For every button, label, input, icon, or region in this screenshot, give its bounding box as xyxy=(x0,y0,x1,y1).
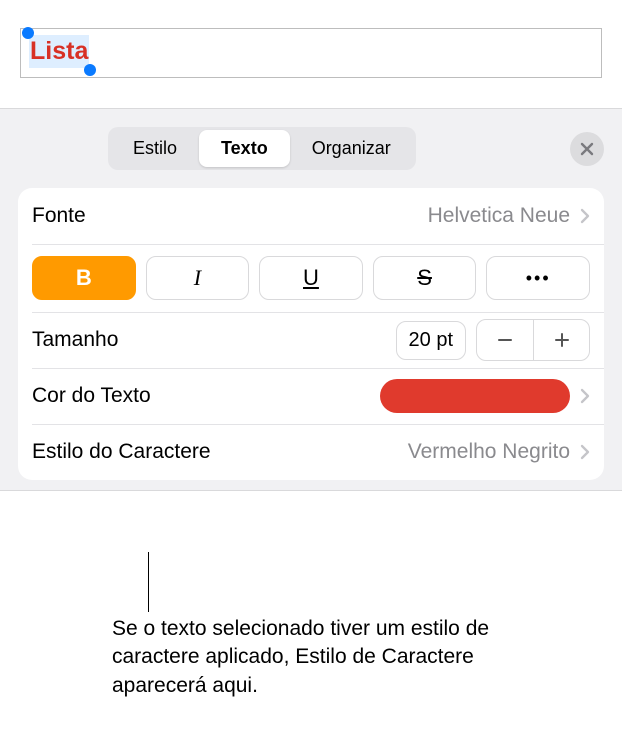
close-button[interactable] xyxy=(570,132,604,166)
underline-button[interactable]: U xyxy=(259,256,363,300)
character-style-value: Vermelho Negrito xyxy=(408,440,570,464)
text-color-swatch[interactable] xyxy=(380,379,570,413)
font-value: Helvetica Neue xyxy=(428,204,570,228)
size-increase-button[interactable] xyxy=(533,320,589,360)
strikethrough-button[interactable]: S xyxy=(373,256,477,300)
selection-handle-start[interactable] xyxy=(22,27,34,39)
minus-icon xyxy=(496,331,514,349)
callout-leader-line xyxy=(148,552,149,612)
tab-text[interactable]: Texto xyxy=(199,130,290,167)
close-icon xyxy=(580,142,594,156)
panel-tabs: Estilo Texto Organizar xyxy=(108,127,416,170)
italic-button[interactable]: I xyxy=(146,256,250,300)
size-stepper xyxy=(476,319,590,361)
size-row: Tamanho 20 pt xyxy=(18,312,604,368)
selected-text[interactable]: Lista xyxy=(29,35,89,68)
chevron-right-icon xyxy=(580,388,590,404)
chevron-right-icon xyxy=(580,208,590,224)
character-style-row[interactable]: Estilo do Caractere Vermelho Negrito xyxy=(18,424,604,480)
selection-handle-end[interactable] xyxy=(84,64,96,76)
size-value[interactable]: 20 pt xyxy=(396,321,466,360)
canvas-area: Lista xyxy=(0,0,622,108)
more-options-button[interactable]: ••• xyxy=(486,256,590,300)
format-panel: Estilo Texto Organizar Fonte Helvetica N… xyxy=(0,108,622,491)
callout-text: Se o texto selecionado tiver um estilo d… xyxy=(112,615,542,700)
chevron-right-icon xyxy=(580,444,590,460)
text-color-row[interactable]: Cor do Texto xyxy=(18,368,604,424)
text-color-label: Cor do Texto xyxy=(32,384,151,408)
font-label: Fonte xyxy=(32,204,86,228)
bold-button[interactable]: B xyxy=(32,256,136,300)
tab-style[interactable]: Estilo xyxy=(111,130,199,167)
style-buttons-row: B I U S ••• xyxy=(18,244,604,312)
character-style-label: Estilo do Caractere xyxy=(32,440,211,464)
size-decrease-button[interactable] xyxy=(477,320,533,360)
text-options-card: Fonte Helvetica Neue B I U S ••• Tamanho… xyxy=(18,188,604,480)
tab-arrange[interactable]: Organizar xyxy=(290,130,413,167)
plus-icon xyxy=(553,331,571,349)
size-label: Tamanho xyxy=(32,328,118,352)
font-row[interactable]: Fonte Helvetica Neue xyxy=(18,188,604,244)
text-box[interactable]: Lista xyxy=(20,28,602,78)
